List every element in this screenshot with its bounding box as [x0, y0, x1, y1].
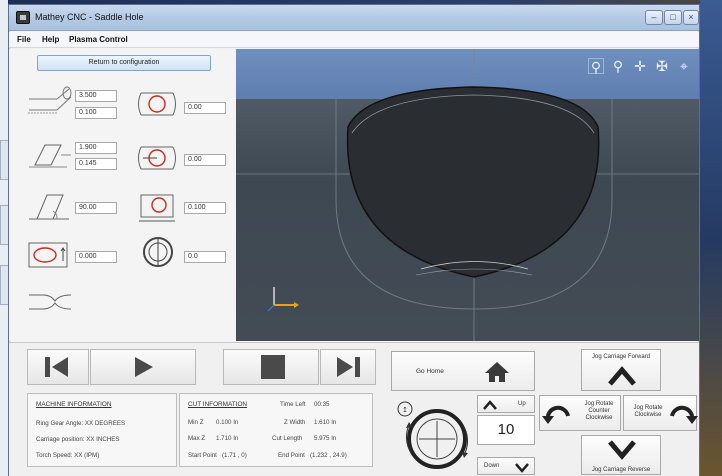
stop-button[interactable]: [223, 349, 319, 385]
play-icon: [135, 357, 153, 377]
pipe-wall-field[interactable]: 0.100: [75, 107, 117, 119]
step-forward-icon: [337, 357, 360, 377]
reverse-arrow-icon: [608, 440, 636, 460]
menu-help[interactable]: Help: [42, 35, 59, 44]
time-left-value: 00:35: [314, 401, 330, 408]
menu-file[interactable]: File: [17, 35, 31, 44]
branch-angle-icon: [29, 194, 69, 220]
hole-offset-icon: [138, 146, 176, 170]
step-back-button[interactable]: [27, 349, 89, 385]
end-point-value: (1.232 , 24.9): [310, 452, 347, 459]
carriage-position: Carriage position: XX INCHES: [36, 436, 120, 443]
up-button[interactable]: Up: [477, 395, 535, 413]
go-home-button[interactable]: Go Home: [391, 351, 535, 391]
jog-rotate-ccw-button[interactable]: Jog Rotate Counter Clockwise: [539, 395, 621, 431]
machine-information-box: MACHINE INFORMATION Ring Gear Angle: XX …: [27, 393, 177, 467]
hole-c-field[interactable]: 0.100: [184, 202, 226, 214]
jog-rotate-cw-button[interactable]: Jog Rotate Clockwise: [623, 395, 698, 431]
up-label: Up: [518, 401, 526, 407]
offset-field[interactable]: 0.000: [75, 251, 117, 263]
rotation-icon: [143, 237, 173, 267]
time-left-label: Time Left: [280, 401, 306, 408]
minimize-button[interactable]: –: [645, 10, 663, 25]
torch-speed: Torch Speed: XX (IPM): [36, 452, 100, 459]
up-arrow-icon: [483, 400, 497, 410]
rotate-ccw-icon: [542, 405, 570, 424]
angle-field[interactable]: 90.00: [75, 202, 117, 214]
jog-forward-label: Jog Carriage Forward: [591, 354, 651, 360]
z-width-value: 1.610 In: [314, 419, 337, 426]
saddle-model-render: [236, 49, 699, 341]
down-arrow-icon: [515, 463, 529, 473]
cut-length-value: 5.975 In: [314, 435, 337, 442]
step-size-field[interactable]: 10: [477, 415, 535, 445]
branch-diameter-field[interactable]: 1.900: [75, 142, 117, 154]
hole-b-field[interactable]: 0.00: [184, 154, 226, 166]
app-window: Mathey CNC - Saddle Hole – □ × File Help…: [8, 4, 700, 476]
cut-information-box: CUT INFORMATION Time Left 00:35 Min Z 0.…: [179, 393, 373, 467]
step-forward-button[interactable]: [320, 349, 376, 385]
jog-carriage-forward-button[interactable]: Jog Carriage Forward: [581, 349, 661, 391]
pipe-diameter-field[interactable]: 3.500: [75, 90, 117, 102]
return-to-configuration-button[interactable]: Return to configuration: [37, 55, 211, 71]
start-point-label: Start Point: [188, 452, 217, 459]
close-button[interactable]: ×: [683, 10, 699, 25]
min-z-value: 0.100 In: [216, 419, 239, 426]
cut-information-title: CUT INFORMATION: [188, 401, 248, 408]
jog-ccw-label: Jog Rotate Counter Clockwise: [584, 401, 614, 421]
ring-gear-angle: Ring Gear Angle: XX DEGREES: [36, 420, 126, 427]
hole-center-icon: [138, 92, 176, 116]
rotation-field[interactable]: 0.0: [184, 251, 226, 263]
forward-arrow-icon: [608, 366, 636, 386]
3d-viewport[interactable]: ⚲ ⚲ ✛ ✠ ⌖: [236, 49, 699, 341]
window-title: Mathey CNC - Saddle Hole: [35, 12, 144, 22]
hole-depth-icon: [139, 194, 175, 222]
parameter-panel: Return to configuration 3.500 0.100 0.00…: [9, 49, 235, 341]
menu-bar: File Help Plasma Control: [9, 32, 699, 48]
max-z-value: 1.710 In: [216, 435, 239, 442]
jog-reverse-label: Jog Carriage Reverse: [591, 467, 651, 473]
step-back-icon: [45, 357, 68, 377]
branch-wall-field[interactable]: 0.145: [75, 158, 117, 170]
start-point-value: (1.71 , 0): [222, 452, 247, 459]
app-icon: [16, 11, 30, 24]
machine-information-title: MACHINE INFORMATION: [36, 401, 112, 408]
rotate-cw-icon: [670, 405, 698, 424]
axis-triad-icon: [267, 287, 299, 312]
down-button[interactable]: Down: [477, 457, 535, 475]
jog-carriage-reverse-button[interactable]: Jog Carriage Reverse: [581, 435, 661, 475]
play-button[interactable]: [90, 349, 196, 385]
go-home-label: Go Home: [416, 368, 444, 375]
offset-icon: [28, 242, 68, 268]
cut-length-label: Cut Length: [272, 435, 303, 442]
title-bar: Mathey CNC - Saddle Hole – □ ×: [9, 5, 699, 31]
max-z-label: Max Z: [188, 435, 206, 442]
rotation-dial[interactable]: ↥: [393, 395, 475, 475]
branch-diameter-icon: [29, 144, 71, 168]
menu-plasma-control[interactable]: Plasma Control: [69, 35, 128, 44]
maximize-button[interactable]: □: [664, 10, 682, 25]
jog-cw-label: Jog Rotate Clockwise: [633, 405, 663, 418]
saddle-profile-icon: [29, 294, 72, 310]
svg-text:↥: ↥: [402, 406, 408, 414]
min-z-label: Min Z: [188, 419, 204, 426]
control-area: MACHINE INFORMATION Ring Gear Angle: XX …: [9, 342, 699, 476]
end-point-label: End Point: [278, 452, 305, 459]
z-width-label: Z Width: [284, 419, 306, 426]
home-icon: [485, 362, 509, 382]
pipe-diameter-icon: [28, 86, 72, 114]
hole-a-field[interactable]: 0.00: [184, 102, 226, 114]
desktop-background-right: [700, 0, 722, 476]
stop-icon: [261, 355, 285, 379]
down-label: Down: [484, 463, 500, 469]
